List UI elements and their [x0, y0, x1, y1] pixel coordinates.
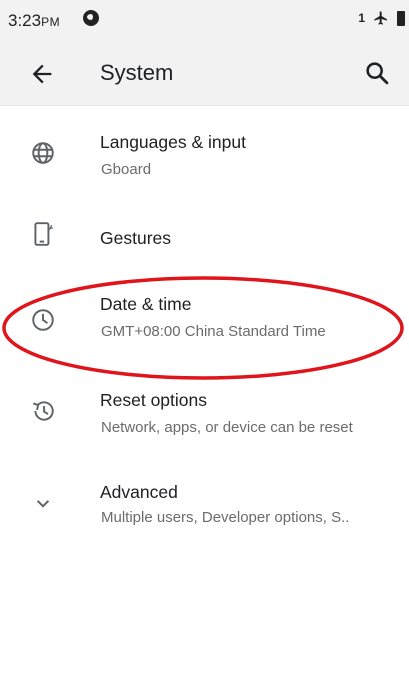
settings-item-label: Gestures	[100, 228, 171, 248]
status-icons: 1	[358, 10, 405, 26]
battery-icon	[397, 10, 405, 26]
data-saver-icon	[83, 10, 99, 26]
settings-item-summary: Network, apps, or device can be reset	[101, 419, 353, 436]
settings-item-summary: Multiple users, Developer options, S..	[101, 509, 350, 526]
phone-gesture-icon	[34, 222, 54, 246]
globe-icon	[32, 142, 54, 164]
settings-item-summary: GMT+08:00 China Standard Time	[101, 323, 326, 340]
clock-icon	[32, 309, 54, 331]
chevron-down-icon	[36, 500, 50, 508]
arrow-back-icon[interactable]	[28, 60, 56, 88]
settings-item-reset[interactable]: Reset options Network, apps, or device c…	[0, 370, 409, 464]
settings-item-summary: Gboard	[101, 161, 152, 178]
settings-item-date-time[interactable]: Date & time GMT+08:00 China Standard Tim…	[0, 274, 409, 370]
settings-item-advanced[interactable]: Advanced Multiple users, Developer optio…	[0, 464, 409, 560]
settings-item-label: Languages & input	[100, 132, 246, 152]
airplane-icon	[374, 11, 387, 25]
settings-item-label: Advanced	[100, 482, 178, 502]
page-title: System	[100, 60, 174, 85]
settings-item-label: Reset options	[100, 390, 208, 410]
settings-item-label: Date & time	[100, 294, 192, 314]
settings-item-languages[interactable]: Languages & input Gboard	[0, 106, 409, 194]
app-bar: System	[0, 40, 409, 106]
sim-icon: 1	[358, 11, 365, 25]
status-bar: 3:23PM 1	[0, 0, 409, 40]
restore-icon	[32, 401, 54, 421]
settings-item-gestures[interactable]: Gestures	[0, 194, 409, 274]
search-icon[interactable]	[363, 59, 391, 87]
status-time: 3:23PM	[8, 11, 61, 30]
